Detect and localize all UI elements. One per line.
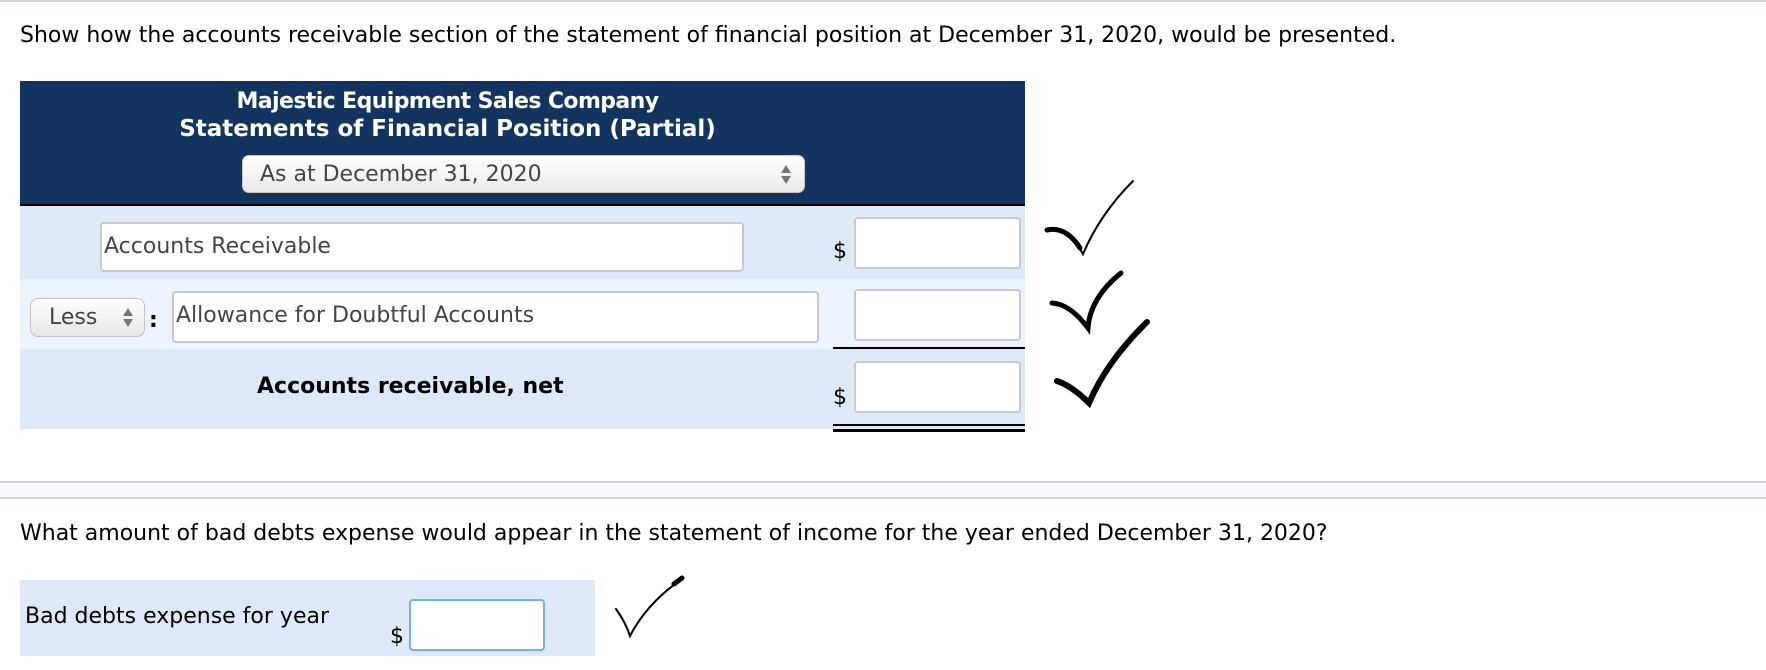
allowance-row: Less : Allowance for Doubtful Accounts [20,279,1025,349]
top-divider [0,0,1766,2]
net-receivable-row: Accounts receivable, net $ [20,349,1025,429]
statement-header: Majestic Equipment Sales Company Stateme… [20,81,1025,204]
account-name-input-2[interactable]: Allowance for Doubtful Accounts [172,291,819,343]
section-separator [0,481,1766,499]
company-name: Majestic Equipment Sales Company [236,89,660,114]
check-mark-icon [1054,319,1150,409]
statement-title: Statements of Financial Position (Partia… [179,116,716,142]
account-name-input-1[interactable]: Accounts Receivable [100,222,744,272]
total-double-underline [833,424,1025,426]
amount-input-net[interactable] [854,361,1021,413]
select-arrows-icon [781,164,792,186]
date-select-value: As at December 31, 2020 [260,162,542,187]
net-receivable-label: Accounts receivable, net [257,374,564,399]
subtotal-underline [833,347,1025,349]
accounts-receivable-row: Accounts Receivable $ [20,206,1025,279]
bad-debts-row: Bad debts expense for year $ [20,580,595,656]
total-double-underline [833,429,1025,432]
less-select[interactable]: Less [30,298,145,337]
currency-symbol: $ [390,624,404,649]
currency-symbol: $ [833,239,847,264]
bad-debts-amount-input[interactable] [409,599,545,651]
currency-symbol: $ [833,385,847,410]
date-select[interactable]: As at December 31, 2020 [242,155,805,193]
check-mark-icon [615,575,685,639]
less-select-value: Less [49,305,98,330]
colon-separator: : [149,308,158,333]
amount-input-1[interactable] [854,217,1021,269]
bad-debts-label: Bad debts expense for year [25,604,330,629]
select-arrows-icon [123,307,134,329]
question-1-text: Show how the accounts receivable section… [20,23,1397,48]
amount-input-2[interactable] [854,289,1021,341]
question-2-text: What amount of bad debts expense would a… [20,521,1328,546]
check-mark-icon [1044,180,1134,257]
